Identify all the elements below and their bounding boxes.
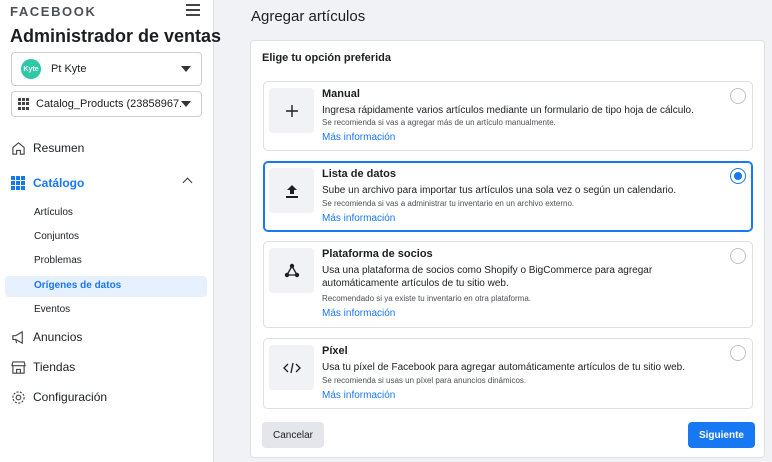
option-description: Sube un archivo para importar tus artícu… [322, 185, 677, 196]
nav-anuncios[interactable]: Anuncios [10, 329, 82, 345]
catalog-selector[interactable]: Catalog_Products (23858967... [11, 91, 202, 117]
nav-catalogo[interactable]: Catálogo [10, 175, 84, 191]
nav-configuracion[interactable]: Configuración [10, 389, 107, 405]
option-title: Plataforma de socios [322, 248, 433, 260]
sub-item-articulos[interactable]: Artículos [34, 207, 73, 218]
nav-catalogo-label: Catálogo [33, 176, 85, 190]
option-plataforma-de-socios[interactable]: Plataforma de socios Usa una plataforma … [263, 241, 753, 328]
option-description: Usa tu píxel de Facebook para agregar au… [322, 362, 685, 373]
option-lista-de-datos[interactable]: Lista de datos Sube un archivo para impo… [263, 161, 753, 232]
home-icon [10, 140, 26, 156]
facebook-brand: FACEBOOK [10, 4, 97, 19]
add-items-panel: Elige tu opción preferida Manual Ingresa… [250, 40, 765, 458]
chevron-up-icon[interactable] [182, 177, 193, 188]
option-manual[interactable]: Manual Ingresa rápidamente varios artícu… [263, 81, 753, 151]
sub-item-problemas[interactable]: Problemas [34, 255, 82, 266]
nav-tiendas-label: Tiendas [33, 360, 76, 374]
nav-tiendas[interactable]: Tiendas [10, 359, 75, 375]
store-icon [10, 359, 26, 375]
option-pixel[interactable]: Píxel Usa tu píxel de Facebook para agre… [263, 338, 753, 409]
learn-more-link[interactable]: Más información [322, 390, 395, 401]
nav-configuracion-label: Configuración [33, 390, 108, 404]
option-description: Ingresa rápidamente varios artículos med… [322, 105, 694, 116]
caret-down-icon [181, 101, 191, 107]
code-icon [269, 345, 314, 390]
app-title: Administrador de ventas [10, 26, 222, 46]
radio-lista-de-datos[interactable] [730, 168, 746, 184]
upload-icon [269, 168, 314, 213]
option-note: Recomendado si ya existe tu inventario e… [322, 294, 532, 303]
gear-icon [10, 389, 26, 405]
catalog-grid-icon [18, 98, 30, 110]
radio-plataforma-de-socios[interactable] [730, 248, 746, 264]
megaphone-icon [10, 329, 26, 345]
option-title: Lista de datos [322, 168, 396, 180]
option-title: Píxel [322, 345, 348, 357]
account-logo: Kyte [21, 59, 41, 79]
learn-more-link[interactable]: Más información [322, 132, 395, 143]
next-button[interactable]: Siguiente [688, 422, 755, 448]
radio-pixel[interactable] [730, 345, 746, 361]
cancel-button[interactable]: Cancelar [262, 422, 324, 448]
menu-icon[interactable] [186, 4, 200, 16]
option-title: Manual [322, 88, 360, 100]
page-title: Agregar artículos [251, 8, 366, 25]
account-selector[interactable]: Kyte Pt Kyte [11, 52, 202, 86]
sub-item-origenes-de-datos[interactable]: Orígenes de datos [34, 280, 121, 291]
nav-resumen-label: Resumen [33, 141, 85, 155]
option-description: Usa una plataforma de socios como Shopif… [322, 265, 653, 289]
sub-item-eventos[interactable]: Eventos [34, 304, 70, 315]
share-nodes-icon [269, 248, 314, 293]
sub-item-conjuntos[interactable]: Conjuntos [34, 231, 79, 242]
nav-resumen[interactable]: Resumen [10, 140, 84, 156]
learn-more-link[interactable]: Más información [322, 213, 395, 224]
nav-anuncios-label: Anuncios [33, 330, 83, 344]
account-name: Pt Kyte [51, 63, 87, 75]
learn-more-link[interactable]: Más información [322, 308, 395, 319]
option-note: Se recomienda si usas un píxel para anun… [322, 376, 527, 385]
option-note: Se recomienda si vas a agregar más de un… [322, 118, 556, 127]
panel-subtitle: Elige tu opción preferida [262, 52, 391, 64]
catalog-icon [10, 175, 26, 191]
caret-down-icon [181, 66, 191, 72]
sidebar: FACEBOOK Administrador de ventas Kyte Pt… [0, 0, 221, 462]
radio-manual[interactable] [730, 88, 746, 104]
option-note: Se recomienda si vas a administrar tu in… [322, 199, 575, 208]
catalog-name: Catalog_Products (23858967... [36, 98, 181, 110]
plus-icon [269, 88, 314, 133]
